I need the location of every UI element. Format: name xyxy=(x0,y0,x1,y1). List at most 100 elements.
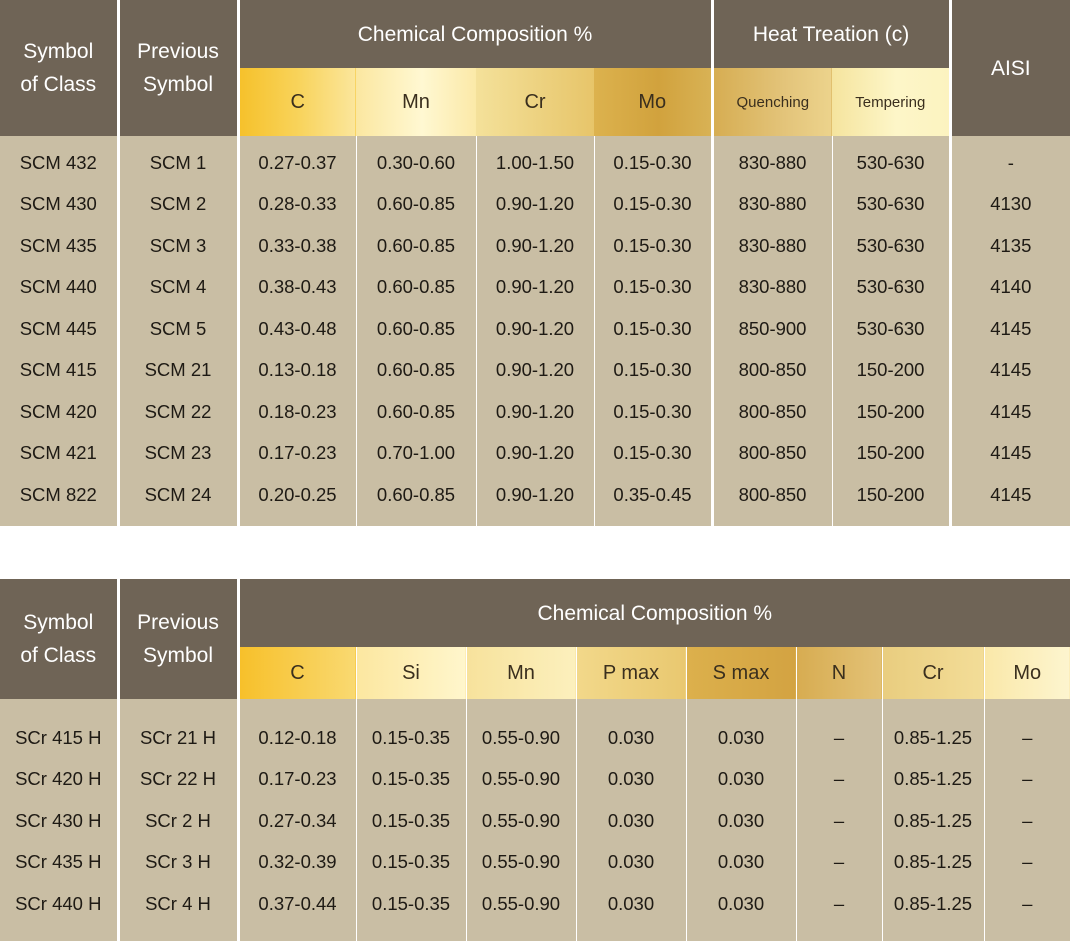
cell: – xyxy=(983,841,1070,883)
cell: 0.85-1.25 xyxy=(881,841,984,883)
table-row: SCr 435 H SCr 3 H 0.32-0.39 0.15-0.35 0.55-0… xyxy=(0,841,1070,883)
header-text: of Class xyxy=(20,73,97,96)
cell: SCM 420 xyxy=(0,391,118,433)
cell: 0.15-0.35 xyxy=(355,883,466,925)
cell: 830-880 xyxy=(710,183,833,225)
cell: 0.030 xyxy=(575,758,686,800)
cell: 0.60-0.85 xyxy=(355,266,476,308)
cell: 0.15-0.30 xyxy=(593,266,713,308)
table-row: SCM 421 SCM 23 0.17-0.23 0.70-1.00 0.90-1.20… xyxy=(0,432,1070,474)
cell: – xyxy=(795,758,882,800)
cell: 0.60-0.85 xyxy=(355,308,476,350)
header-text: Symbol xyxy=(23,40,94,63)
header-text: of Class xyxy=(20,644,97,667)
cell: SCr 3 H xyxy=(116,841,238,883)
header-symbol-of-class: Symbol of Class xyxy=(0,0,118,136)
cell: 0.60-0.85 xyxy=(355,349,476,391)
cell: 0.20-0.25 xyxy=(236,474,356,516)
cell: 0.15-0.30 xyxy=(593,349,713,391)
cell: 0.15-0.30 xyxy=(593,308,713,350)
table-row: SCM 432 SCM 1 0.27-0.37 0.30-0.60 1.00-1.50 0… xyxy=(0,142,1070,184)
cell: 4145 xyxy=(948,432,1070,474)
cell: 150-200 xyxy=(831,349,951,391)
cell: 0.15-0.30 xyxy=(593,183,713,225)
cell: 530-630 xyxy=(831,183,951,225)
cell: 0.15-0.30 xyxy=(593,432,713,474)
cell: 0.030 xyxy=(575,841,686,883)
table-row: SCr 415 H SCr 21 H 0.12-0.18 0.15-0.35 0.55-… xyxy=(0,717,1070,759)
cell: 830-880 xyxy=(710,266,833,308)
header-text: Previous xyxy=(137,40,219,63)
cell: 0.15-0.30 xyxy=(593,142,713,184)
subheader-tempering: Tempering xyxy=(832,68,951,136)
header-chemical-composition: Chemical Composition % xyxy=(236,0,713,68)
header-text: Symbol xyxy=(142,644,214,667)
cell: SCM 421 xyxy=(0,432,118,474)
cell: SCM 22 xyxy=(116,391,238,433)
cell: 0.70-1.00 xyxy=(355,432,476,474)
table2-body: SCr 415 H SCr 21 H 0.12-0.18 0.15-0.35 0.55-… xyxy=(0,699,1070,941)
cell: 0.85-1.25 xyxy=(881,800,984,842)
cell: 0.15-0.30 xyxy=(593,225,713,267)
cell: SCM 440 xyxy=(0,266,118,308)
cell: SCM 445 xyxy=(0,308,118,350)
cell: 0.030 xyxy=(685,800,796,842)
cell: 0.030 xyxy=(685,717,796,759)
subheader-s-max: S max xyxy=(685,647,796,699)
cell: SCM 432 xyxy=(0,142,118,184)
cell: 530-630 xyxy=(831,266,951,308)
cell: 0.32-0.39 xyxy=(236,841,356,883)
cell: 0.38-0.43 xyxy=(236,266,356,308)
cell: 0.030 xyxy=(685,841,796,883)
cell: 0.28-0.33 xyxy=(236,183,356,225)
header-heat-treation: Heat Treation (c) xyxy=(710,0,951,68)
table-row: SCr 430 H SCr 2 H 0.27-0.34 0.15-0.35 0.55-0… xyxy=(0,800,1070,842)
cell: 0.37-0.44 xyxy=(236,883,356,925)
cell: 0.27-0.34 xyxy=(236,800,356,842)
cell: 530-630 xyxy=(831,308,951,350)
cell: SCr 440 H xyxy=(0,883,118,925)
cell: 0.90-1.20 xyxy=(475,474,594,516)
cell: 530-630 xyxy=(831,225,951,267)
cell: 150-200 xyxy=(831,391,951,433)
cell: 0.60-0.85 xyxy=(355,474,476,516)
subheader-c: C xyxy=(236,68,356,136)
cell: 0.43-0.48 xyxy=(236,308,356,350)
table-row: SCM 445 SCM 5 0.43-0.48 0.60-0.85 0.90-1.20 0… xyxy=(0,308,1070,350)
subheader-quenching: Quenching xyxy=(710,68,833,136)
subheader-mo: Mo xyxy=(594,68,713,136)
cell: SCr 22 H xyxy=(116,758,238,800)
cell: 0.15-0.35 xyxy=(355,717,466,759)
table-row: SCr 440 H SCr 4 H 0.37-0.44 0.15-0.35 0.55-0… xyxy=(0,883,1070,925)
cell: 0.030 xyxy=(575,717,686,759)
subheader-mn: Mn xyxy=(465,647,576,699)
cell: SCM 5 xyxy=(116,308,238,350)
table-row: SCM 420 SCM 22 0.18-0.23 0.60-0.85 0.90-1.20… xyxy=(0,391,1070,433)
cell: 0.60-0.85 xyxy=(355,183,476,225)
table1-body: SCM 432 SCM 1 0.27-0.37 0.30-0.60 1.00-1.50 0… xyxy=(0,136,1070,526)
cell: 4145 xyxy=(948,474,1070,516)
cell: SCM 430 xyxy=(0,183,118,225)
cell: 0.35-0.45 xyxy=(593,474,713,516)
cell: SCr 4 H xyxy=(116,883,238,925)
table-row: SCr 420 H SCr 22 H 0.17-0.23 0.15-0.35 0.55-… xyxy=(0,758,1070,800)
cell: 0.030 xyxy=(685,883,796,925)
cell: 0.17-0.23 xyxy=(236,432,356,474)
cell: 4145 xyxy=(948,349,1070,391)
cell: 0.15-0.35 xyxy=(355,841,466,883)
cell: 0.15-0.35 xyxy=(355,758,466,800)
cell: 0.18-0.23 xyxy=(236,391,356,433)
cell: 830-880 xyxy=(710,142,833,184)
cell: 0.90-1.20 xyxy=(475,349,594,391)
cell: 0.90-1.20 xyxy=(475,225,594,267)
cell: 0.90-1.20 xyxy=(475,183,594,225)
scm-steel-table: Symbol of Class Previous Symbol Chemical… xyxy=(0,0,1070,526)
cell: 1.00-1.50 xyxy=(475,142,594,184)
subheader-mn: Mn xyxy=(356,68,476,136)
cell: 0.90-1.20 xyxy=(475,266,594,308)
cell: – xyxy=(795,800,882,842)
cell: 0.27-0.37 xyxy=(236,142,356,184)
cell: 800-850 xyxy=(710,391,833,433)
cell: 800-850 xyxy=(710,349,833,391)
cell: SCM 2 xyxy=(116,183,238,225)
